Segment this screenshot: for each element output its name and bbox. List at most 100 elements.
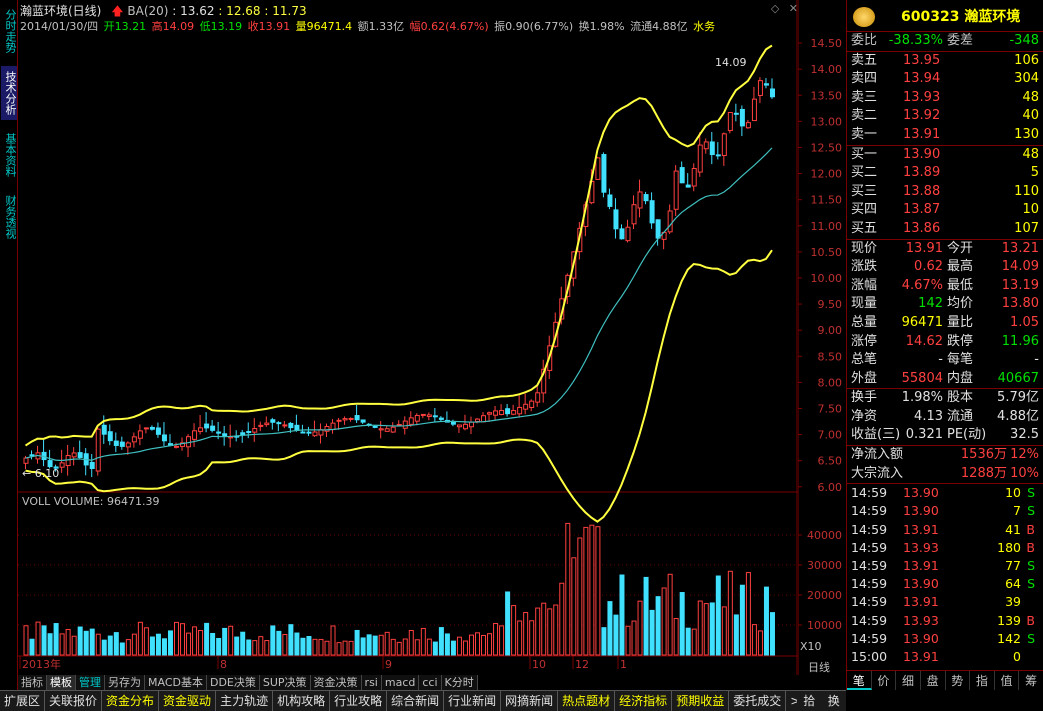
stat-value: 40667 — [997, 370, 1039, 386]
bid-price[interactable]: 13.90 — [903, 146, 940, 165]
vtab-financial[interactable]: 财务透视 — [1, 190, 17, 244]
quote-tab[interactable]: 筹 — [1019, 671, 1043, 690]
stat-row: 现价 13.91 今开 13.21 — [847, 240, 1043, 259]
ask-price[interactable]: 13.92 — [903, 107, 940, 126]
extension-tab[interactable]: 关联报价 — [45, 691, 103, 711]
indicator-tab[interactable]: rsi — [361, 675, 382, 690]
extension-tab[interactable]: 行业新闻 — [444, 691, 502, 711]
switch-button[interactable]: 换 — [822, 691, 847, 711]
indicator-tab[interactable]: SUP决策 — [259, 675, 311, 690]
candle-body — [523, 403, 529, 410]
volume-bar — [727, 570, 733, 656]
stat-value: 13.91 — [905, 240, 943, 256]
quote-tab[interactable]: 价 — [872, 671, 897, 690]
stat-label: 今开 — [947, 240, 974, 256]
volume-bar — [348, 640, 354, 656]
volume-bar — [408, 630, 414, 656]
quote-tab[interactable]: 势 — [946, 671, 971, 690]
extension-tab[interactable]: 综合新闻 — [387, 691, 445, 711]
bid-price[interactable]: 13.86 — [903, 220, 940, 239]
volume-bar — [83, 630, 89, 656]
ask-price[interactable]: 13.93 — [903, 89, 940, 108]
extension-tab[interactable]: 委托成交 — [729, 691, 787, 711]
candle-body — [131, 436, 137, 443]
extension-tab[interactable]: 网摘新闻 — [501, 691, 559, 711]
volume-bar — [342, 640, 348, 656]
bid-price[interactable]: 13.89 — [903, 164, 940, 183]
extension-tab[interactable]: 机构攻略 — [273, 691, 331, 711]
extension-tab[interactable]: 热点题材 — [558, 691, 616, 711]
stat-label: 量比 — [947, 314, 974, 330]
price-tick-label: 7.50 — [818, 402, 843, 415]
x-label: 2013年 — [22, 657, 61, 671]
stat-label: 总量 — [851, 314, 878, 330]
weibi-value: -38.33% — [888, 33, 943, 48]
extension-tab[interactable]: 经济指标 — [615, 691, 673, 711]
extension-tab[interactable]: 行业攻略 — [330, 691, 388, 711]
ask-price[interactable]: 13.94 — [903, 70, 940, 89]
tick-volume: 7 — [1013, 503, 1021, 519]
candle-body — [246, 430, 252, 433]
vtab-timeshare[interactable]: 分时走势 — [1, 4, 17, 58]
quote-tab[interactable]: 指 — [970, 671, 995, 690]
pick-button[interactable]: 拾 — [797, 691, 822, 711]
candle-body — [703, 141, 709, 150]
volume-bar — [679, 592, 685, 656]
extension-tab[interactable]: 资金分布 — [102, 691, 160, 711]
candle-body — [529, 400, 535, 408]
quote-tab[interactable]: 盘 — [921, 671, 946, 690]
stock-terminal: 分时走势 技术分析 基本资料 财务透视 瀚蓝环境(日线) 🡅 BA(20) : … — [0, 0, 1043, 711]
indicator-tab[interactable]: 模板 — [47, 675, 76, 690]
bid-price[interactable]: 13.88 — [903, 183, 940, 202]
volume-bar — [655, 596, 661, 656]
indicator-tab[interactable]: 指标 — [18, 675, 47, 690]
quote-tab[interactable]: 细 — [896, 671, 921, 690]
vtab-technical[interactable]: 技术分析 — [1, 66, 17, 120]
extension-tab[interactable]: 资金驱动 — [159, 691, 217, 711]
indicator-tab[interactable]: 管理 — [76, 675, 105, 690]
stat-value: 55804 — [901, 370, 943, 386]
bid-volume: 10 — [1022, 202, 1039, 218]
candle-body — [378, 428, 384, 431]
tick-volume: 41 — [1005, 521, 1021, 537]
volume-bar — [119, 642, 125, 656]
indicator-tab[interactable]: 另存为 — [105, 675, 145, 690]
extension-tab[interactable]: 扩展区 — [0, 691, 46, 711]
candle-body — [396, 423, 402, 426]
indicator-tab[interactable]: 资金决策 — [310, 675, 362, 690]
candle-body — [607, 194, 613, 207]
stat-label: 现量 — [851, 296, 878, 312]
quote-tab[interactable]: 值 — [995, 671, 1020, 690]
volume-bar — [715, 575, 721, 656]
ask-price[interactable]: 13.91 — [903, 126, 940, 145]
stat-row: 现量 142 均价 13.80 — [847, 295, 1043, 314]
x-label: 8 — [220, 658, 227, 671]
indicator-tab[interactable]: DDE决策 — [206, 675, 260, 690]
ask-volume: 130 — [1014, 126, 1039, 142]
quote-tab[interactable]: 笔 — [847, 671, 872, 690]
bottom-right-buttons: 拾 换 — [797, 690, 846, 711]
candle-body — [769, 88, 775, 98]
indicator-tab[interactable]: MACD基本 — [145, 675, 207, 690]
price-tick-label: 9.00 — [818, 324, 843, 337]
candle-body — [222, 433, 228, 436]
bid-label: 买一 — [851, 146, 878, 162]
price-tick-label: 6.50 — [818, 455, 843, 468]
stat2-row: 换手 1.98% 股本 5.79亿 — [847, 389, 1043, 408]
bid-price[interactable]: 13.87 — [903, 201, 940, 220]
indicator-tab[interactable]: K分时 — [441, 675, 478, 690]
volume-bar — [733, 614, 739, 656]
extension-tab[interactable]: 预期收益 — [672, 691, 730, 711]
volume-bar — [691, 628, 697, 656]
vtab-basic-info[interactable]: 基本资料 — [1, 128, 17, 182]
ask-price[interactable]: 13.95 — [903, 52, 940, 71]
kline-svg[interactable]: 14.09 ← 6.10 2013年 8 9 10 12 1 — [18, 0, 798, 675]
indicator-tab[interactable]: cci — [419, 675, 442, 690]
price-tick-label: 9.50 — [818, 298, 843, 311]
indicator-tab[interactable]: macd — [381, 675, 420, 690]
period-button[interactable]: 日线 — [808, 659, 830, 675]
extension-tab[interactable]: 主力轨迹 — [216, 691, 274, 711]
chart-area[interactable]: 瀚蓝环境(日线) 🡅 BA(20) : 13.62 : 12.68 : 11.7… — [18, 0, 798, 675]
volume-bar — [131, 633, 137, 656]
volume-bar — [378, 634, 384, 656]
